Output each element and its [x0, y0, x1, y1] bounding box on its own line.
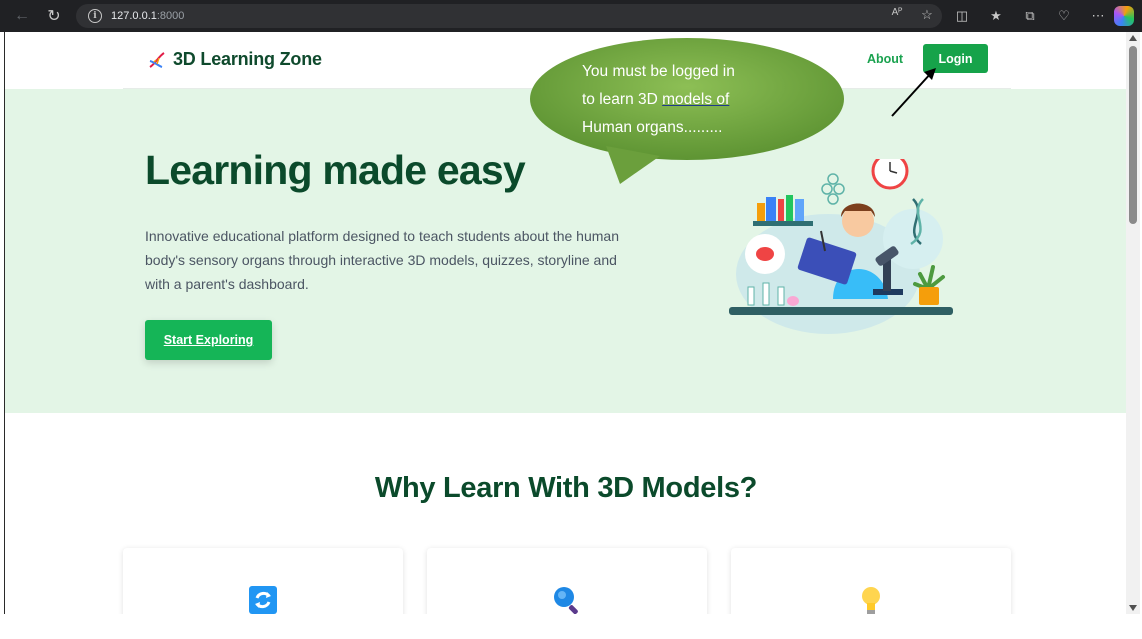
why-section-title: Why Learn With 3D Models? [374, 472, 758, 504]
lightbulb-icon [862, 587, 880, 614]
pointer-arrow [891, 68, 936, 117]
split-screen-icon[interactable]: ◫ [950, 5, 974, 27]
favorite-star-icon[interactable]: ☆ [918, 7, 936, 23]
back-arrow-icon[interactable]: ← [8, 2, 36, 30]
browser-toolbar: ← ↻ i 127.0.0.1:8000 Aᴾ ☆ ◫ ★ ⧉ ♡ ⋯ [0, 0, 1142, 32]
favorites-list-icon[interactable]: ★ [984, 5, 1008, 27]
hero-title: Learning made easy [145, 147, 526, 193]
url-text: 127.0.0.1:8000 [111, 10, 185, 22]
feature-card [123, 548, 403, 614]
vertical-scrollbar[interactable] [1126, 32, 1140, 614]
magnifier-icon [554, 587, 578, 614]
hero-description: Innovative educational platform designed… [145, 228, 619, 292]
annotation-text: You must be logged in to learn 3D models… [582, 58, 782, 142]
brand-name: 3D Learning Zone [173, 49, 322, 69]
brand-logo[interactable]: 3D Learning Zone [147, 49, 322, 70]
dna-logo-icon [149, 51, 165, 68]
feature-card [427, 548, 707, 614]
refresh-icon [249, 586, 277, 614]
annotation-line-2: to learn 3D models of [582, 91, 730, 108]
annotation-line-3: Human organs......... [582, 119, 723, 136]
more-menu-icon[interactable]: ⋯ [1086, 5, 1110, 27]
annotation-line-1: You must be logged in [582, 63, 735, 80]
address-bar[interactable]: i 127.0.0.1:8000 Aᴾ ☆ [76, 4, 942, 28]
copilot-icon[interactable] [1114, 6, 1134, 26]
feature-card [731, 548, 1011, 614]
start-exploring-button[interactable]: Start Exploring [145, 320, 272, 360]
scroll-up-arrow-icon[interactable] [1129, 35, 1137, 41]
reload-icon[interactable]: ↻ [40, 2, 68, 30]
browser-essentials-icon[interactable]: ♡ [1052, 5, 1076, 27]
collections-icon[interactable]: ⧉ [1018, 5, 1042, 27]
scroll-thumb[interactable] [1129, 46, 1137, 224]
scroll-down-arrow-icon[interactable] [1129, 605, 1137, 611]
site-info-icon[interactable]: i [88, 9, 102, 23]
read-aloud-icon[interactable]: Aᴾ [888, 7, 906, 23]
